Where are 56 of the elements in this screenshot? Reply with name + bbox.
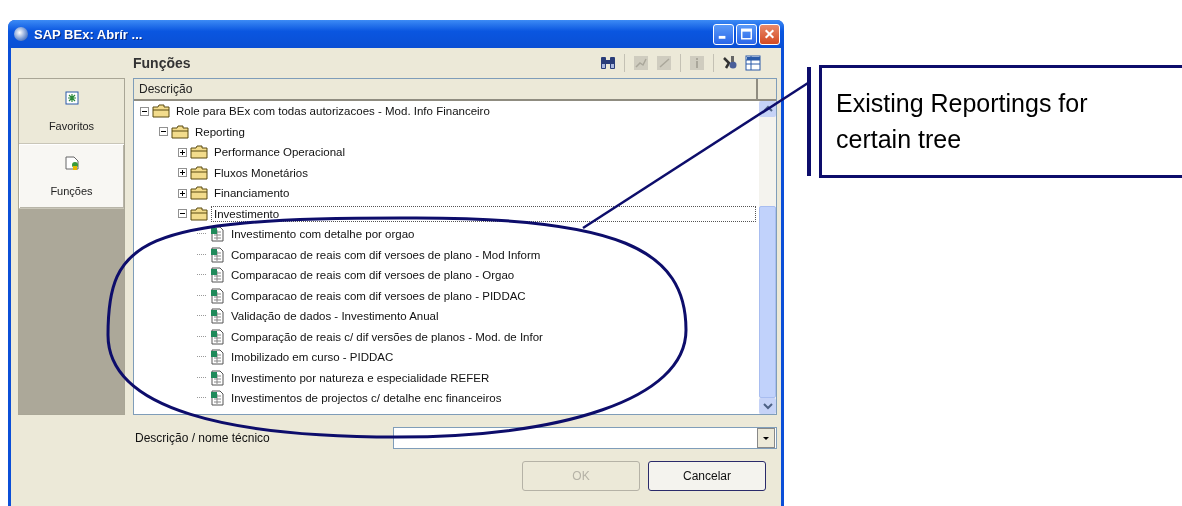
tree-item[interactable]: Fluxos Monetários: [211, 164, 311, 181]
report-icon: [209, 287, 225, 304]
collapse-icon[interactable]: [178, 209, 187, 219]
tree-item[interactable]: Performance Operacional: [211, 144, 349, 161]
report-icon: [209, 246, 225, 263]
collapse-icon[interactable]: [140, 106, 149, 116]
folder-icon: [190, 186, 208, 201]
window-title: SAP BEx: Abrír ...: [34, 26, 144, 42]
report-icon: [209, 349, 225, 366]
tree-item[interactable]: Comparacao de reais com dif versoes de plano - PIDDAC: [228, 287, 529, 304]
tree-item[interactable]: Financiamento: [211, 185, 293, 202]
panel-title: Funções: [133, 55, 192, 71]
close-button[interactable]: [759, 23, 780, 45]
folder-icon: [171, 124, 189, 139]
tree-item[interactable]: Comparacao de reais com dif versoes de plano - Mod Inform: [228, 246, 544, 263]
folder-icon: [190, 206, 208, 221]
collapse-icon[interactable]: [159, 127, 168, 137]
folder-icon: [190, 165, 208, 180]
tree-item[interactable]: Investimento com detalhe por orgao: [228, 226, 418, 243]
callout-text: Existing Reportings for certain tree: [819, 65, 1182, 178]
dropdown-field[interactable]: [393, 427, 777, 449]
cancel-button[interactable]: Cancelar: [648, 461, 766, 491]
tree-item[interactable]: Investimento: [211, 205, 756, 222]
app-icon: [14, 27, 28, 41]
tree-item[interactable]: Comparação de reais c/ dif versões de planos - Mod. de Infor: [228, 328, 546, 345]
tree-item[interactable]: Investimentos de projectos c/ detalhe enc financeiros: [228, 390, 505, 407]
maximize-button[interactable]: [736, 23, 757, 45]
tree-item[interactable]: Validação de dados - Investimento Anual: [228, 308, 442, 325]
tree-item[interactable]: Imobilizado em curso - PIDDAC: [228, 349, 397, 366]
sidebar-tab-label: Favoritos: [48, 120, 95, 132]
report-icon: [209, 308, 225, 325]
expand-icon[interactable]: [178, 168, 187, 178]
field-label: Descrição / nome técnico: [135, 431, 271, 445]
scrollbar[interactable]: [759, 101, 776, 414]
document-icon: [63, 155, 80, 171]
report-icon: [209, 226, 225, 243]
report-icon: [209, 328, 225, 345]
table-icon[interactable]: [743, 53, 763, 73]
report-icon: [209, 390, 225, 407]
tree-item[interactable]: Role para BEx com todas autorizacoes - Mod. Info Financeiro: [173, 103, 493, 120]
tree-item[interactable]: Comparacao de reais com dif versoes de plano - Orgao: [228, 267, 518, 284]
folder-icon: [190, 145, 208, 160]
star-icon: [63, 90, 80, 106]
minimize-button[interactable]: [713, 23, 734, 45]
sidebar-tab-label: Funções: [50, 185, 93, 197]
tree-item[interactable]: Investimento por natureza e especialidade REFER: [228, 369, 493, 386]
report-icon: [209, 369, 225, 386]
expand-icon[interactable]: [178, 147, 187, 157]
minimize-icon: [718, 35, 726, 39]
sidebar-tab[interactable]: Funções: [19, 144, 124, 209]
expand-icon[interactable]: [178, 188, 187, 198]
tree-item[interactable]: Reporting: [192, 123, 248, 140]
report-icon: [209, 267, 225, 284]
folder-icon: [152, 104, 170, 119]
scroll-down-icon[interactable]: [759, 398, 776, 414]
scroll-thumb[interactable]: [759, 206, 776, 398]
